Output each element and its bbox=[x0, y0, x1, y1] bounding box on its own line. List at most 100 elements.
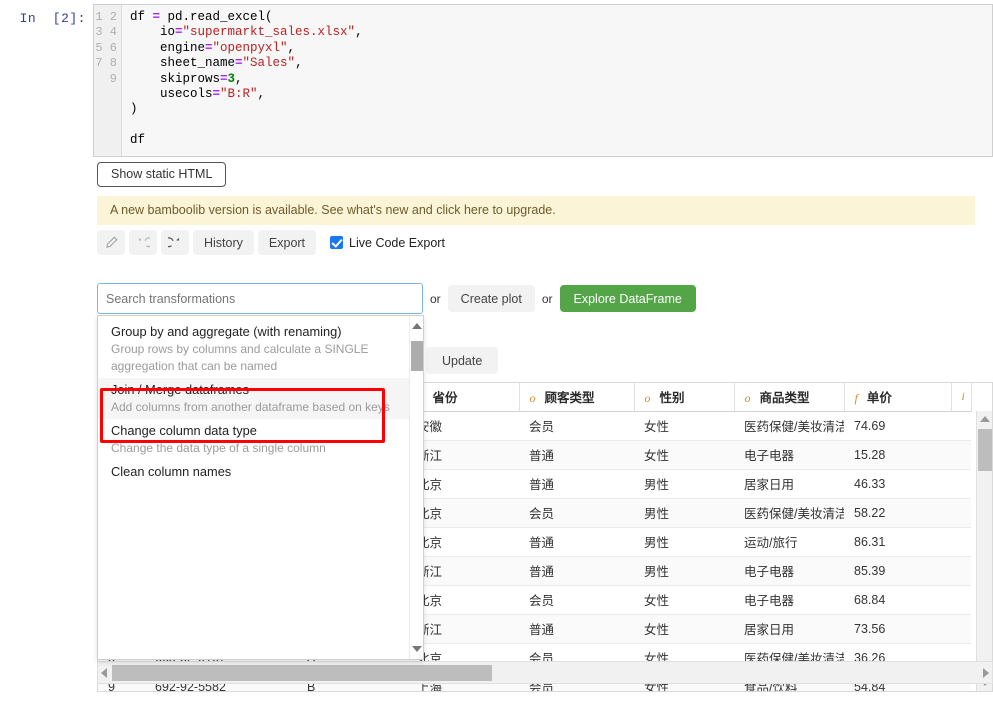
table-cell-unit_price: 85.39 bbox=[844, 556, 951, 586]
dropdown-item-description: Group rows by columns and calculate a SI… bbox=[111, 342, 369, 373]
table-cell-customer_type: 普通 bbox=[519, 469, 634, 499]
redo-icon[interactable] bbox=[161, 230, 189, 255]
bamboolib-panel: Show static HTML A new bamboolib version… bbox=[93, 160, 993, 704]
table-horizontal-scroll-thumb[interactable] bbox=[112, 665, 492, 681]
table-cell-unit_price: 15.28 bbox=[844, 440, 951, 470]
table-cell-gender: 女性 bbox=[634, 411, 734, 441]
column-dtype-icon: o bbox=[644, 391, 651, 406]
column-name-label: 单价 bbox=[866, 391, 892, 406]
dropdown-scroll-thumb[interactable] bbox=[411, 341, 423, 371]
column-dtype-icon: f bbox=[854, 391, 858, 406]
dropdown-vertical-scrollbar[interactable] bbox=[409, 316, 423, 659]
export-button[interactable]: Export bbox=[257, 230, 317, 255]
version-update-banner[interactable]: A new bamboolib version is available. Se… bbox=[97, 196, 975, 225]
table-cell-extra bbox=[951, 556, 971, 586]
table-cell-product_type: 医药保健/美妆清洁 bbox=[734, 498, 844, 528]
table-cell-customer_type: 普通 bbox=[519, 614, 634, 644]
table-cell-product_type: 电子电器 bbox=[734, 556, 844, 586]
table-cell-gender: 女性 bbox=[634, 440, 734, 470]
table-cell-customer_type: 会员 bbox=[519, 585, 634, 615]
table-cell-product_type: 电子电器 bbox=[734, 440, 844, 470]
table-cell-gender: 男性 bbox=[634, 498, 734, 528]
table-cell-gender: 男性 bbox=[634, 527, 734, 557]
table-cell-unit_price: 86.31 bbox=[844, 527, 951, 557]
table-vertical-scrollbar[interactable] bbox=[976, 411, 992, 691]
table-cell-extra bbox=[951, 527, 971, 557]
column-dtype-icon: i bbox=[961, 389, 965, 404]
dropdown-item-title: aggregations (no renaming possible) bbox=[111, 316, 397, 317]
table-cell-customer_type: 普通 bbox=[519, 440, 634, 470]
transformation-search-row: or Create plot or Explore DataFrame bbox=[97, 283, 696, 314]
table-cell-extra bbox=[951, 585, 971, 615]
column-header-商品类型[interactable]: o 商品类型 bbox=[734, 383, 845, 412]
table-cell-extra bbox=[951, 614, 971, 644]
explore-dataframe-button[interactable]: Explore DataFrame bbox=[559, 285, 696, 312]
table-cell-customer_type: 会员 bbox=[519, 498, 634, 528]
column-name-label: 商品类型 bbox=[759, 391, 810, 406]
table-horizontal-scrollbar[interactable] bbox=[97, 661, 993, 684]
dropdown-item-title: Join / Merge dataframes bbox=[111, 382, 249, 397]
column-header-性别[interactable]: o 性别 bbox=[634, 383, 735, 412]
dropdown-item-4[interactable]: Clean column names bbox=[98, 460, 409, 484]
column-header-顾客类型[interactable]: o 顾客类型 bbox=[519, 383, 635, 412]
notebook-code-cell: In [2]: 1 2 3 4 5 6 7 8 9 df = pd.read_e… bbox=[0, 0, 993, 160]
table-cell-product_type: 居家日用 bbox=[734, 614, 844, 644]
transformation-dropdown-list[interactable]: aggregations (no renaming possible) Group… bbox=[98, 316, 409, 659]
table-cell-customer_type: 普通 bbox=[519, 556, 634, 586]
column-header-单价[interactable]: f 单价 bbox=[844, 383, 952, 412]
update-button[interactable]: Update bbox=[426, 347, 499, 374]
table-cell-extra bbox=[951, 440, 971, 470]
dropdown-item-title: Clean column names bbox=[111, 464, 232, 479]
live-code-export-control[interactable]: Live Code Export bbox=[330, 236, 445, 250]
table-cell-unit_price: 74.69 bbox=[844, 411, 951, 441]
table-cell-extra bbox=[951, 411, 971, 441]
column-name-label: 省份 bbox=[432, 391, 458, 406]
code-line-numbers: 1 2 3 4 5 6 7 8 9 bbox=[94, 5, 122, 156]
table-cell-extra bbox=[951, 469, 971, 499]
create-plot-button[interactable]: Create plot bbox=[447, 285, 535, 312]
column-name-label: 顾客类型 bbox=[544, 391, 595, 406]
scroll-up-icon[interactable] bbox=[980, 416, 990, 422]
code-editor[interactable]: 1 2 3 4 5 6 7 8 9 df = pd.read_excel( io… bbox=[93, 4, 993, 157]
table-cell-unit_price: 68.84 bbox=[844, 585, 951, 615]
undo-icon[interactable] bbox=[129, 230, 157, 255]
table-cell-unit_price: 46.33 bbox=[844, 469, 951, 499]
pencil-icon[interactable] bbox=[97, 230, 125, 255]
table-cell-gender: 女性 bbox=[634, 614, 734, 644]
dropdown-scroll-up-icon[interactable] bbox=[412, 323, 422, 329]
table-cell-product_type: 居家日用 bbox=[734, 469, 844, 499]
table-vertical-scroll-thumb[interactable] bbox=[978, 429, 992, 471]
table-cell-product_type: 电子电器 bbox=[734, 585, 844, 615]
show-static-html-button[interactable]: Show static HTML bbox=[97, 162, 227, 187]
column-dtype-icon: o bbox=[529, 391, 536, 406]
action-toolbar: History Export Live Code Export bbox=[97, 230, 445, 255]
table-cell-gender: 男性 bbox=[634, 469, 734, 499]
table-cell-gender: 男性 bbox=[634, 556, 734, 586]
column-header-blank-8[interactable]: i bbox=[951, 383, 972, 412]
table-cell-customer_type: 会员 bbox=[519, 411, 634, 441]
table-cell-product_type: 医药保健/美妆清洁 bbox=[734, 411, 844, 441]
code-source[interactable]: df = pd.read_excel( io="supermarkt_sales… bbox=[122, 5, 992, 156]
history-button[interactable]: History bbox=[193, 230, 254, 255]
dropdown-item-1[interactable]: Group by and aggregate (with renaming) Gr… bbox=[98, 320, 409, 378]
column-dtype-icon: o bbox=[744, 391, 751, 406]
dropdown-scroll-down-icon[interactable] bbox=[412, 646, 422, 652]
dropdown-item-3[interactable]: Change column data type Change the data t… bbox=[98, 419, 409, 460]
scroll-left-icon[interactable] bbox=[101, 668, 107, 678]
table-cell-product_type: 运动/旅行 bbox=[734, 527, 844, 557]
cell-execution-prompt: In [2]: bbox=[19, 11, 86, 26]
table-cell-unit_price: 58.22 bbox=[844, 498, 951, 528]
dropdown-item-title: Change column data type bbox=[111, 423, 257, 438]
or-separator-2: or bbox=[541, 291, 553, 306]
table-cell-unit_price: 73.56 bbox=[844, 614, 951, 644]
search-input[interactable] bbox=[97, 283, 423, 314]
column-name-label: 性别 bbox=[659, 391, 685, 406]
dropdown-item-2[interactable]: Join / Merge dataframes Add columns from … bbox=[98, 378, 409, 419]
scroll-right-icon[interactable] bbox=[983, 668, 989, 678]
dropdown-item-description: Add columns from another dataframe based… bbox=[111, 400, 390, 414]
live-code-export-checkbox[interactable] bbox=[330, 236, 344, 249]
transformation-dropdown[interactable]: aggregations (no renaming possible) Group… bbox=[97, 315, 424, 660]
table-cell-gender: 女性 bbox=[634, 585, 734, 615]
dropdown-item-title: Group by and aggregate (with renaming) bbox=[111, 324, 342, 339]
or-separator-1: or bbox=[430, 291, 441, 306]
